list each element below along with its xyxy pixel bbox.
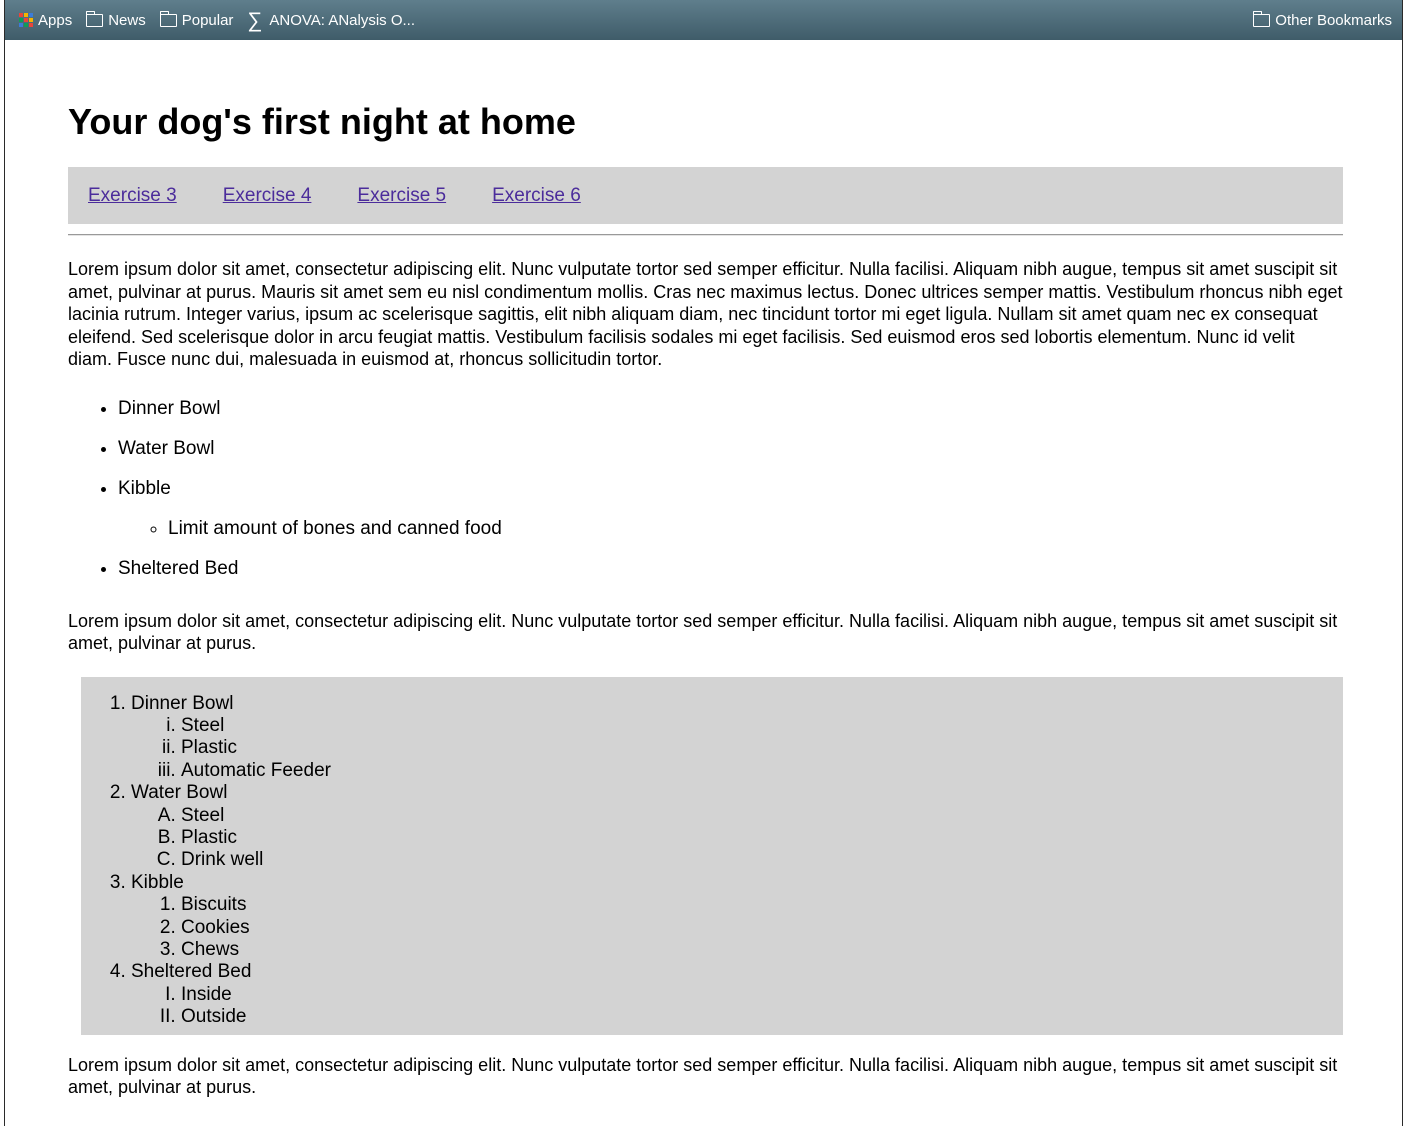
divider [68,234,1343,236]
ordered-list-panel: Dinner Bowl Steel Plastic Automatic Feed… [81,676,1343,1035]
bookmark-label: ANOVA: ANalysis O... [269,11,415,29]
list-item: Biscuits [181,894,1343,916]
nested-list: Inside Outside [131,984,1343,1029]
list-item: Kibble Limit amount of bones and canned … [118,478,1343,540]
bookmark-apps[interactable]: Apps [19,12,72,29]
list-item-label: Sheltered Bed [131,961,252,983]
list-item: Outside [181,1006,1343,1028]
bookmarks-bar: Apps News Popular ∑ ANOVA: ANalysis O...… [5,0,1402,40]
bookmark-label: Popular [181,11,234,29]
list-item: Limit amount of bones and canned food [168,518,1343,540]
nav-link-exercise-6[interactable]: Exercise 6 [492,185,581,207]
bookmark-other[interactable]: Other Bookmarks [1253,10,1392,29]
nav-link-exercise-4[interactable]: Exercise 4 [223,185,312,207]
list-item: Dinner Bowl Steel Plastic Automatic Feed… [131,693,1343,783]
list-item: Chews [181,939,1343,961]
browser-window: Apps News Popular ∑ ANOVA: ANalysis O...… [4,0,1403,1126]
sub-bullet-list: Limit amount of bones and canned food [118,518,1343,540]
list-item: Kibble Biscuits Cookies Chews [131,872,1343,962]
list-item-label: Dinner Bowl [131,692,234,714]
sigma-icon: ∑ [247,8,263,32]
list-item-label: Kibble [131,871,184,893]
list-item: Dinner Bowl [118,398,1343,420]
apps-grid-icon [19,13,33,27]
page-title: Your dog's first night at home [68,101,576,142]
list-item: Cookies [181,917,1343,939]
list-item: Steel [181,805,1343,827]
folder-icon [86,10,104,27]
nav-link-exercise-5[interactable]: Exercise 5 [357,185,446,207]
list-item: Plastic [181,827,1343,849]
exercise-nav: Exercise 3 Exercise 4 Exercise 5 Exercis… [68,167,1343,224]
paragraph-middle: Lorem ipsum dolor sit amet, consectetur … [68,610,1338,654]
bookmark-anova[interactable]: ∑ ANOVA: ANalysis O... [247,10,415,31]
nav-link-exercise-3[interactable]: Exercise 3 [88,185,177,207]
list-item: Plastic [181,737,1343,759]
page-content: Your dog's first night at home Exercise … [68,40,1343,1099]
list-item: Water Bowl [118,438,1343,460]
bookmark-label: Other Bookmarks [1275,11,1392,29]
list-item-label: Water Bowl [131,782,228,804]
list-item: Sheltered Bed Inside Outside [131,961,1343,1028]
nested-list: Biscuits Cookies Chews [131,894,1343,961]
ordered-list: Dinner Bowl Steel Plastic Automatic Feed… [81,693,1343,1029]
list-item: Drink well [181,849,1343,871]
paragraph-intro: Lorem ipsum dolor sit amet, consectetur … [68,259,1343,369]
list-item: Inside [181,984,1343,1006]
bookmark-news[interactable]: News [86,10,146,29]
bookmark-popular[interactable]: Popular [159,10,234,29]
bookmark-label: News [108,11,146,29]
list-item-label: Kibble [118,477,171,499]
nested-list: Steel Plastic Automatic Feeder [131,715,1343,782]
list-item: Automatic Feeder [181,760,1343,782]
list-item: Water Bowl Steel Plastic Drink well [131,782,1343,872]
folder-icon [1253,10,1271,27]
folder-icon [159,10,177,27]
list-item: Steel [181,715,1343,737]
nested-list: Steel Plastic Drink well [131,805,1343,872]
list-item: Sheltered Bed [118,558,1343,580]
bullet-list: Dinner Bowl Water Bowl Kibble Limit amou… [68,398,1343,580]
bookmark-label: Apps [38,11,73,29]
paragraph-footer: Lorem ipsum dolor sit amet, consectetur … [68,1054,1338,1098]
